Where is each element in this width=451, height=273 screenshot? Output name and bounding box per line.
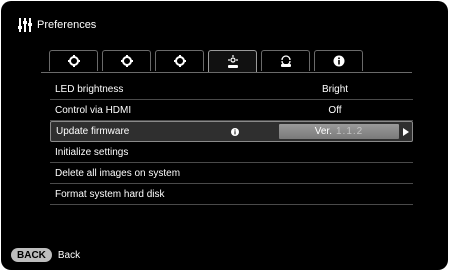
- arrow-right-icon[interactable]: [403, 127, 409, 136]
- tab-settings-1[interactable]: [49, 50, 98, 71]
- tab-divider: [41, 72, 412, 73]
- info-icon: [231, 127, 239, 136]
- tab-settings-2[interactable]: [102, 50, 151, 71]
- preferences-screen: Preferences LED brightness Bright Contro…: [1, 1, 448, 270]
- setting-update-firmware[interactable]: Update firmware Ver. 1.1.2: [50, 121, 413, 142]
- setting-label: LED brightness: [55, 83, 124, 95]
- tab-info[interactable]: [314, 50, 363, 71]
- settings-list: LED brightness Bright Control via HDMI O…: [50, 79, 413, 205]
- back-button[interactable]: BACK: [11, 248, 52, 262]
- setting-initialize-settings[interactable]: Initialize settings: [50, 142, 413, 163]
- setting-value: Bright: [321, 83, 349, 95]
- page-title: Preferences: [37, 19, 97, 31]
- back-control: BACK Back: [11, 248, 80, 262]
- version-number: 1.1.2: [336, 126, 364, 137]
- tab-cloud-sync[interactable]: [261, 50, 310, 71]
- setting-led-brightness[interactable]: LED brightness Bright: [50, 79, 413, 100]
- info-icon: [333, 55, 344, 67]
- preferences-icon: [18, 18, 32, 32]
- settings-tabs: [49, 50, 367, 72]
- setting-label: Initialize settings: [55, 146, 129, 158]
- version-prefix: Ver.: [314, 126, 332, 137]
- back-label: Back: [57, 249, 81, 261]
- setting-label: Delete all images on system: [55, 167, 181, 179]
- header: Preferences: [18, 16, 96, 34]
- setting-label: Update firmware: [56, 126, 130, 137]
- setting-control-via-hdmi[interactable]: Control via HDMI Off: [50, 100, 413, 121]
- setting-delete-all-images[interactable]: Delete all images on system: [50, 163, 413, 184]
- firmware-version-field: Ver. 1.1.2: [279, 124, 399, 139]
- setting-value: Off: [328, 104, 342, 116]
- cloud-sync-icon: [280, 55, 291, 67]
- gear-icon: [173, 55, 186, 67]
- tab-settings-3[interactable]: [155, 50, 204, 71]
- tab-system-settings[interactable]: [208, 50, 257, 72]
- setting-label: Format system hard disk: [55, 188, 165, 200]
- system-settings-icon: [227, 54, 238, 68]
- setting-format-hard-disk[interactable]: Format system hard disk: [50, 184, 413, 205]
- gear-icon: [67, 55, 80, 67]
- setting-label: Control via HDMI: [55, 104, 132, 116]
- gear-icon: [120, 55, 133, 67]
